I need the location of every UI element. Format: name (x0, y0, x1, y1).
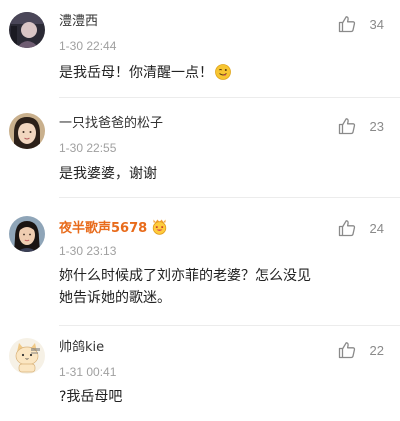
like-button[interactable]: 34 (338, 14, 384, 34)
timestamp: 1-31 00:41 (59, 365, 117, 379)
avatar[interactable] (9, 12, 45, 48)
timestamp: 1-30 23:13 (59, 244, 117, 258)
username[interactable]: 澧澧西 (59, 13, 98, 31)
like-count: 22 (369, 342, 384, 358)
like-button[interactable]: 22 (338, 340, 384, 360)
thumbs-up-icon (338, 16, 355, 33)
comment-item: 帅鸽kie 1-31 00:41 ?我岳母吧 22 (0, 326, 400, 421)
username-text: 夜半歌声5678 (59, 221, 148, 236)
username[interactable]: 夜半歌声5678 (59, 218, 168, 241)
thumbs-up-icon (338, 342, 355, 359)
timestamp: 1-30 22:44 (59, 39, 117, 53)
like-button[interactable]: 24 (338, 218, 384, 238)
timestamp: 1-30 22:55 (59, 141, 117, 155)
comment-text: 是我岳母！你清醒一点！ (59, 62, 379, 87)
comment-text: 是我婆婆，谢谢 (59, 166, 157, 182)
avatar[interactable] (9, 216, 45, 252)
like-count: 24 (369, 220, 384, 236)
comment-item: 一只找爸爸的松子 1-30 22:55 是我婆婆，谢谢 23 (0, 98, 400, 198)
like-button[interactable]: 23 (338, 116, 384, 136)
thumbs-up-icon (338, 220, 355, 237)
comment-text-content: 是我岳母！你清醒一点！ (59, 65, 213, 81)
winking-tongue-face-icon (215, 64, 231, 87)
comment-text: ?我岳母吧 (59, 389, 123, 405)
like-count: 23 (369, 118, 384, 134)
username[interactable]: 帅鸽kie (59, 339, 104, 357)
comment-text: 妳什么时候成了刘亦菲的老婆？怎么没见 她告诉她的歌迷。 (59, 265, 379, 309)
like-count: 34 (369, 16, 384, 32)
comment-text-line: 她告诉她的歌迷。 (59, 290, 171, 306)
username[interactable]: 一只找爸爸的松子 (59, 115, 163, 133)
comment-item: 澧澧西 1-30 22:44 是我岳母！你清醒一点！ 34 (0, 0, 400, 98)
avatar[interactable] (9, 113, 45, 149)
comment-text-line: 妳什么时候成了刘亦菲的老婆？怎么没见 (59, 268, 311, 284)
thumbs-up-icon (338, 118, 355, 135)
vip-smiley-badge-icon (151, 218, 168, 241)
comment-item: 夜半歌声5678 1-30 23:13 妳什么时候成了刘亦菲的老婆？怎么没见 她… (0, 198, 400, 326)
avatar[interactable] (9, 338, 45, 374)
